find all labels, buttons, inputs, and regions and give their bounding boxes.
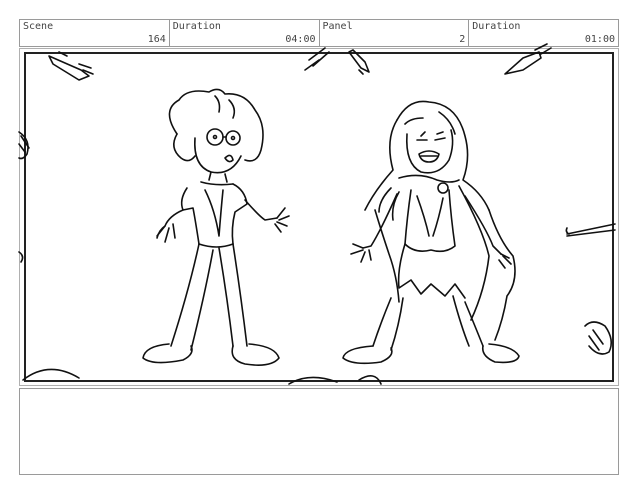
debris-sketch bbox=[48, 51, 94, 81]
debris-sketch bbox=[22, 321, 613, 385]
scene-duration-label: Duration bbox=[172, 21, 221, 32]
debris-sketch bbox=[18, 131, 30, 263]
panel-drawing bbox=[18, 43, 616, 385]
debris-sketch bbox=[504, 43, 552, 75]
notes-box[interactable] bbox=[19, 388, 619, 475]
scene-label: Scene bbox=[23, 21, 54, 32]
character-left bbox=[142, 88, 290, 366]
character-right bbox=[342, 100, 520, 365]
debris-sketch bbox=[304, 47, 370, 75]
panel-duration-label: Duration bbox=[472, 21, 521, 32]
debris-sketch bbox=[565, 223, 616, 237]
panel-label: Panel bbox=[322, 21, 353, 32]
